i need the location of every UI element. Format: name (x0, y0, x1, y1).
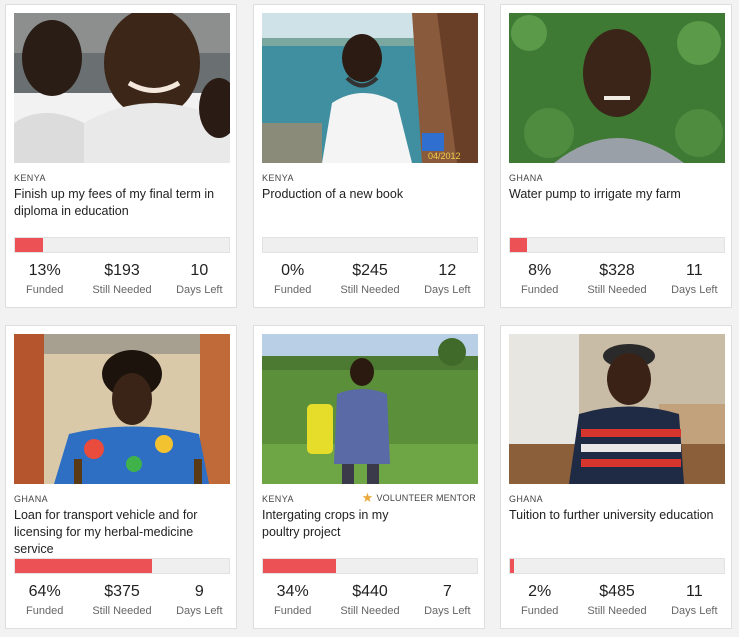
days-value: 10 (190, 262, 209, 279)
days-label: Days Left (424, 284, 471, 296)
project-title[interactable]: Loan for transport vehicle and for licen… (14, 507, 230, 558)
days-stat: 7 Days Left (409, 582, 486, 618)
project-card[interactable]: GHANA Tuition to further university educ… (500, 325, 732, 629)
days-stat: 12 Days Left (409, 261, 486, 297)
project-card[interactable]: GHANA Water pump to irrigate my farm 8% F… (500, 4, 732, 308)
days-label: Days Left (176, 605, 223, 617)
needed-stat: $245 Still Needed (331, 261, 408, 297)
project-stats: 2% Funded $485 Still Needed 11 Days Left (501, 582, 733, 618)
project-stats: 34% Funded $440 Still Needed 7 Days Left (254, 582, 486, 618)
progress-fill (15, 238, 43, 252)
funded-value: 2% (528, 583, 552, 600)
borrower-photo[interactable] (509, 334, 725, 484)
project-title[interactable]: Production of a new book (262, 186, 478, 203)
funded-value: 64% (28, 583, 61, 600)
borrower-photo[interactable] (14, 334, 230, 484)
country-label: GHANA (509, 494, 544, 504)
days-stat: 11 Days Left (656, 582, 733, 618)
funded-stat: 13% Funded (6, 261, 83, 297)
needed-label: Still Needed (92, 605, 152, 617)
funded-label: Funded (26, 284, 64, 296)
country-label: KENYA (262, 494, 294, 504)
days-label: Days Left (424, 605, 471, 617)
star-icon: ★ (361, 490, 374, 505)
progress-bar (509, 558, 725, 574)
project-stats: 64% Funded $375 Still Needed 9 Days Left (6, 582, 238, 618)
funded-stat: 34% Funded (254, 582, 331, 618)
project-stats: 8% Funded $328 Still Needed 11 Days Left (501, 261, 733, 297)
country-label: GHANA (14, 494, 49, 504)
borrower-photo[interactable] (262, 334, 478, 484)
needed-stat: $485 Still Needed (578, 582, 655, 618)
needed-value: $440 (352, 583, 388, 600)
funded-label: Funded (521, 284, 559, 296)
needed-stat: $193 Still Needed (83, 261, 160, 297)
progress-bar (262, 237, 478, 253)
needed-value: $485 (599, 583, 635, 600)
days-label: Days Left (671, 605, 718, 617)
project-card[interactable]: GHANA Loan for transport vehicle and for… (5, 325, 237, 629)
progress-fill (510, 559, 515, 573)
days-value: 11 (686, 262, 703, 279)
funded-stat: 2% Funded (501, 582, 578, 618)
progress-bar (509, 237, 725, 253)
progress-fill (263, 559, 336, 573)
needed-label: Still Needed (92, 284, 152, 296)
progress-bar (262, 558, 478, 574)
borrower-photo[interactable] (14, 13, 230, 163)
funded-label: Funded (274, 605, 312, 617)
photo-date-stamp: 04/2012 (428, 151, 461, 161)
project-title[interactable]: Intergating crops in my poultry project (262, 507, 422, 541)
days-label: Days Left (671, 284, 718, 296)
needed-value: $375 (104, 583, 140, 600)
days-stat: 10 Days Left (161, 261, 238, 297)
country-label: GHANA (509, 173, 544, 183)
volunteer-mentor-badge: ★ VOLUNTEER MENTOR (362, 491, 476, 504)
funded-stat: 8% Funded (501, 261, 578, 297)
progress-bar (14, 237, 230, 253)
needed-stat: $440 Still Needed (331, 582, 408, 618)
project-stats: 0% Funded $245 Still Needed 12 Days Left (254, 261, 486, 297)
project-card[interactable]: KENYA ★ VOLUNTEER MENTOR Intergating cro… (253, 325, 485, 629)
progress-fill (15, 559, 152, 573)
funded-stat: 64% Funded (6, 582, 83, 618)
project-title[interactable]: Water pump to irrigate my farm (509, 186, 725, 203)
borrower-photo[interactable]: 04/2012 (262, 13, 478, 163)
funded-value: 0% (281, 262, 305, 279)
needed-label: Still Needed (587, 605, 647, 617)
days-label: Days Left (176, 284, 223, 296)
project-title[interactable]: Tuition to further university education (509, 507, 725, 524)
funded-value: 13% (28, 262, 61, 279)
borrower-photo[interactable] (509, 13, 725, 163)
mentor-badge-label: VOLUNTEER MENTOR (376, 492, 476, 503)
days-value: 7 (442, 583, 452, 600)
project-stats: 13% Funded $193 Still Needed 10 Days Left (6, 261, 238, 297)
funded-stat: 0% Funded (254, 261, 331, 297)
country-label: KENYA (14, 173, 46, 183)
progress-fill (510, 238, 528, 252)
days-value: 9 (194, 583, 204, 600)
needed-label: Still Needed (340, 284, 400, 296)
funded-label: Funded (521, 605, 559, 617)
days-value: 12 (438, 262, 457, 279)
funded-value: 8% (528, 262, 552, 279)
needed-value: $193 (104, 262, 140, 279)
progress-bar (14, 558, 230, 574)
days-stat: 9 Days Left (161, 582, 238, 618)
funded-value: 34% (276, 583, 309, 600)
needed-stat: $375 Still Needed (83, 582, 160, 618)
needed-value: $328 (599, 262, 635, 279)
needed-label: Still Needed (340, 605, 400, 617)
funded-label: Funded (274, 284, 312, 296)
days-value: 11 (686, 583, 703, 600)
needed-stat: $328 Still Needed (578, 261, 655, 297)
funded-label: Funded (26, 605, 64, 617)
project-title[interactable]: Finish up my fees of my final term in di… (14, 186, 230, 220)
project-card[interactable]: 04/2012 KENYA Production of a new book 0… (253, 4, 485, 308)
needed-label: Still Needed (587, 284, 647, 296)
project-card[interactable]: KENYA Finish up my fees of my final term… (5, 4, 237, 308)
days-stat: 11 Days Left (656, 261, 733, 297)
country-label: KENYA (262, 173, 294, 183)
needed-value: $245 (352, 262, 388, 279)
